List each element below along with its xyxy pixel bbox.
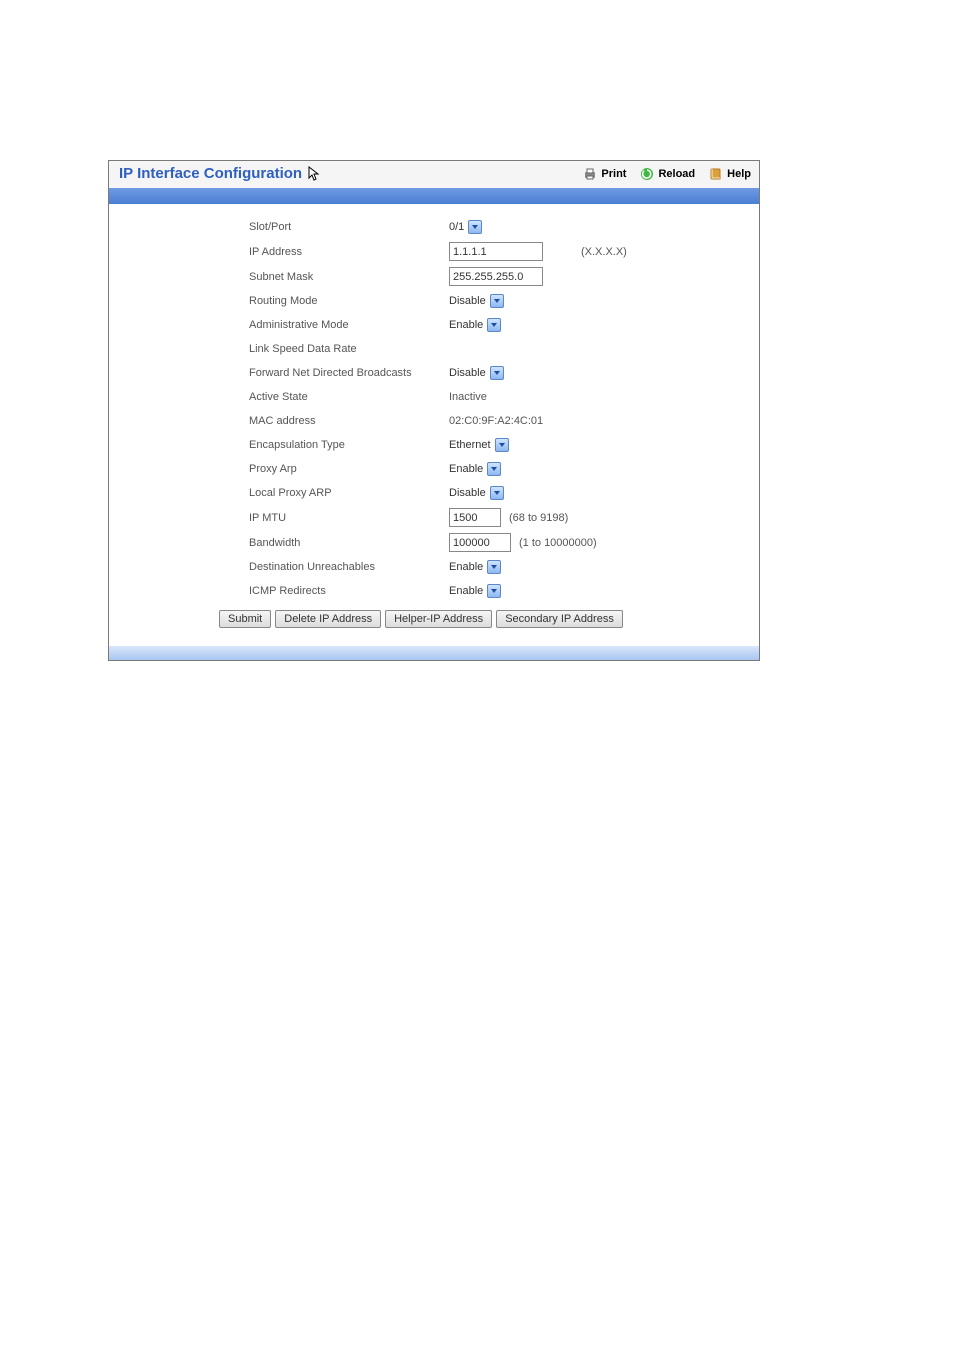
label-subnet-mask: Subnet Mask <box>249 271 449 283</box>
routing-mode-select[interactable]: Disable <box>449 294 504 308</box>
cursor-icon <box>308 166 320 182</box>
label-proxy-arp: Proxy Arp <box>249 463 449 475</box>
slot-port-value: 0/1 <box>449 221 464 233</box>
row-mac-address: MAC address 02:C0:9F:A2:4C:01 <box>249 412 739 430</box>
label-icmp-redirects: ICMP Redirects <box>249 585 449 597</box>
chevron-down-icon <box>487 584 501 598</box>
slot-port-select[interactable]: 0/1 <box>449 220 482 234</box>
row-dest-unreach: Destination Unreachables Enable <box>249 558 739 576</box>
ip-interface-panel: IP Interface Configuration Print <box>108 160 760 661</box>
help-label: Help <box>727 168 751 180</box>
print-icon <box>583 167 597 181</box>
encapsulation-value: Ethernet <box>449 439 491 451</box>
ip-address-hint: (X.X.X.X) <box>581 246 627 258</box>
label-local-proxy: Local Proxy ARP <box>249 487 449 499</box>
chevron-down-icon <box>487 462 501 476</box>
row-routing-mode: Routing Mode Disable <box>249 292 739 310</box>
button-row: Submit Delete IP Address Helper-IP Addre… <box>219 610 739 628</box>
delete-ip-button[interactable]: Delete IP Address <box>275 610 381 628</box>
label-dest-unreach: Destination Unreachables <box>249 561 449 573</box>
reload-label: Reload <box>658 168 695 180</box>
bandwidth-input[interactable] <box>449 533 511 552</box>
encapsulation-select[interactable]: Ethernet <box>449 438 509 452</box>
help-icon <box>709 167 723 181</box>
row-ip-mtu: IP MTU (68 to 9198) <box>249 508 739 527</box>
fwd-broadcasts-select[interactable]: Disable <box>449 366 504 380</box>
label-bandwidth: Bandwidth <box>249 537 449 549</box>
reload-icon <box>640 167 654 181</box>
label-routing-mode: Routing Mode <box>249 295 449 307</box>
dest-unreach-value: Enable <box>449 561 483 573</box>
dest-unreach-select[interactable]: Enable <box>449 560 501 574</box>
submit-button[interactable]: Submit <box>219 610 271 628</box>
chevron-down-icon <box>487 318 501 332</box>
label-admin-mode: Administrative Mode <box>249 319 449 331</box>
secondary-ip-button[interactable]: Secondary IP Address <box>496 610 623 628</box>
panel-header: IP Interface Configuration Print <box>109 161 759 188</box>
print-label: Print <box>601 168 626 180</box>
routing-mode-value: Disable <box>449 295 486 307</box>
page-title-text: IP Interface Configuration <box>119 165 302 182</box>
ip-mtu-input[interactable] <box>449 508 501 527</box>
label-link-speed: Link Speed Data Rate <box>249 343 449 355</box>
icmp-redirects-value: Enable <box>449 585 483 597</box>
print-link[interactable]: Print <box>583 167 626 181</box>
chevron-down-icon <box>490 486 504 500</box>
label-active-state: Active State <box>249 391 449 403</box>
row-ip-address: IP Address (X.X.X.X) <box>249 242 739 261</box>
local-proxy-select[interactable]: Disable <box>449 486 504 500</box>
local-proxy-value: Disable <box>449 487 486 499</box>
admin-mode-select[interactable]: Enable <box>449 318 501 332</box>
row-local-proxy: Local Proxy ARP Disable <box>249 484 739 502</box>
chevron-down-icon <box>468 220 482 234</box>
row-subnet-mask: Subnet Mask <box>249 267 739 286</box>
form-area: Slot/Port 0/1 IP Address (X.X.X.X) Subne… <box>109 204 759 646</box>
label-ip-mtu: IP MTU <box>249 512 449 524</box>
chevron-down-icon <box>490 294 504 308</box>
header-band <box>109 188 759 204</box>
mac-address-value: 02:C0:9F:A2:4C:01 <box>449 415 543 427</box>
label-mac-address: MAC address <box>249 415 449 427</box>
row-active-state: Active State Inactive <box>249 388 739 406</box>
row-admin-mode: Administrative Mode Enable <box>249 316 739 334</box>
row-fwd-broadcasts: Forward Net Directed Broadcasts Disable <box>249 364 739 382</box>
row-link-speed: Link Speed Data Rate <box>249 340 739 358</box>
page-title: IP Interface Configuration <box>119 165 320 182</box>
row-proxy-arp: Proxy Arp Enable <box>249 460 739 478</box>
label-encapsulation: Encapsulation Type <box>249 439 449 451</box>
row-bandwidth: Bandwidth (1 to 10000000) <box>249 533 739 552</box>
admin-mode-value: Enable <box>449 319 483 331</box>
chevron-down-icon <box>495 438 509 452</box>
proxy-arp-value: Enable <box>449 463 483 475</box>
ip-address-input[interactable] <box>449 242 543 261</box>
bandwidth-hint: (1 to 10000000) <box>519 537 597 549</box>
row-icmp-redirects: ICMP Redirects Enable <box>249 582 739 600</box>
ip-mtu-hint: (68 to 9198) <box>509 512 568 524</box>
proxy-arp-select[interactable]: Enable <box>449 462 501 476</box>
help-link[interactable]: Help <box>709 167 751 181</box>
helper-ip-button[interactable]: Helper-IP Address <box>385 610 492 628</box>
label-ip-address: IP Address <box>249 246 449 258</box>
reload-link[interactable]: Reload <box>640 167 695 181</box>
row-encapsulation: Encapsulation Type Ethernet <box>249 436 739 454</box>
label-slot-port: Slot/Port <box>249 221 449 233</box>
footer-band <box>109 646 759 660</box>
header-actions: Print Reload <box>583 167 751 181</box>
subnet-mask-input[interactable] <box>449 267 543 286</box>
chevron-down-icon <box>490 366 504 380</box>
row-slot-port: Slot/Port 0/1 <box>249 218 739 236</box>
icmp-redirects-select[interactable]: Enable <box>449 584 501 598</box>
label-fwd-broadcasts: Forward Net Directed Broadcasts <box>249 367 449 379</box>
chevron-down-icon <box>487 560 501 574</box>
fwd-broadcasts-value: Disable <box>449 367 486 379</box>
active-state-value: Inactive <box>449 391 487 403</box>
